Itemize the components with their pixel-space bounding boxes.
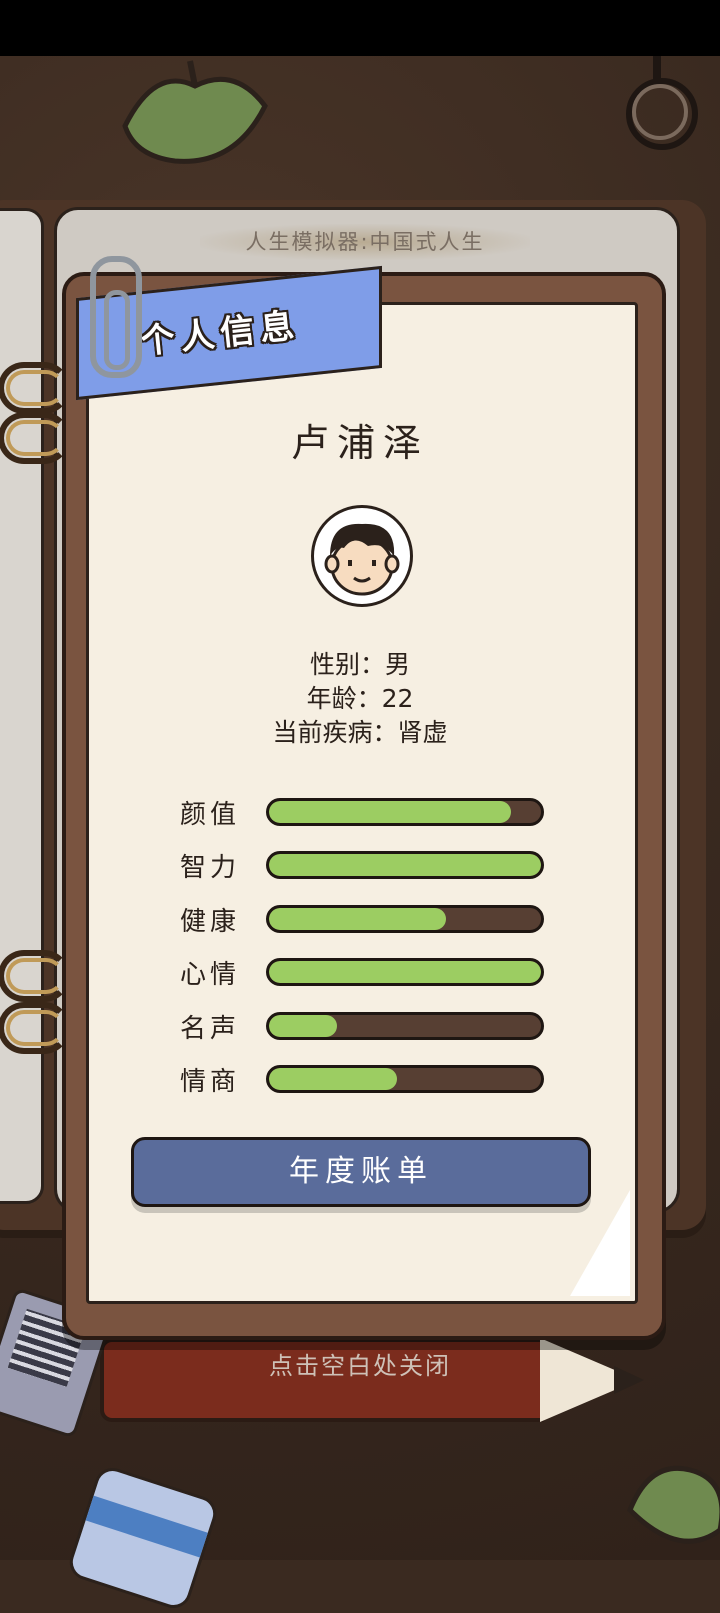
- character-name: 卢浦泽: [290, 421, 429, 465]
- book-title: 人生模拟器:中国式人生: [200, 224, 530, 260]
- annual-report-button[interactable]: 年度账单: [131, 1137, 591, 1207]
- eraser-band: [85, 1495, 208, 1558]
- stat-bar: [266, 1065, 544, 1093]
- stat-label: 智力: [180, 853, 241, 884]
- leaf-icon: [627, 1465, 720, 1544]
- binder-ring-icon: [0, 950, 70, 1002]
- stat-row: 健康: [180, 904, 560, 937]
- avatar-icon: [311, 505, 413, 607]
- stat-bar-fill: [269, 1068, 397, 1090]
- stat-bar: [266, 1011, 544, 1040]
- ring-inner: [632, 84, 688, 140]
- stat-bar: [266, 958, 544, 987]
- stat-bar: [266, 798, 544, 826]
- close-hint[interactable]: 点击空白处关闭: [240, 1346, 480, 1381]
- binder-ring-icon: [0, 362, 70, 414]
- leaf-icon: [122, 60, 268, 164]
- stat-label: 健康: [180, 906, 241, 937]
- character-info: 性别：男 年龄：22 当前疾病：肾虚: [260, 648, 460, 750]
- stat-bar-fill: [269, 801, 512, 823]
- book-left-page: [0, 208, 44, 1204]
- pencil-lead: [614, 1366, 644, 1394]
- stat-row: 名声: [180, 1011, 560, 1044]
- stat-bar: [266, 851, 544, 880]
- stat-label: 颜值: [180, 800, 241, 830]
- disease-text: 当前疾病：肾虚: [272, 718, 448, 747]
- stat-label: 情商: [180, 1067, 241, 1097]
- stat-label: 名声: [180, 1013, 241, 1044]
- stat-row: 情商: [180, 1065, 560, 1097]
- stat-bar-fill: [269, 1014, 337, 1037]
- stat-bar-fill: [269, 907, 446, 930]
- age-text: 年龄：22: [306, 684, 414, 713]
- stat-bar: [266, 904, 544, 933]
- stat-row: 颜值: [180, 798, 560, 830]
- gender-text: 性别：男: [309, 650, 410, 679]
- stat-bar-fill: [269, 854, 541, 877]
- paper-clip-inner: [104, 290, 130, 370]
- stat-row: 心情: [180, 958, 560, 990]
- binder-ring-icon: [0, 1002, 70, 1054]
- stat-row: 智力: [180, 851, 560, 883]
- binder-ring-icon: [0, 412, 70, 464]
- stat-label: 心情: [180, 960, 241, 991]
- stat-bar-fill: [269, 961, 541, 984]
- status-bar: [0, 0, 720, 56]
